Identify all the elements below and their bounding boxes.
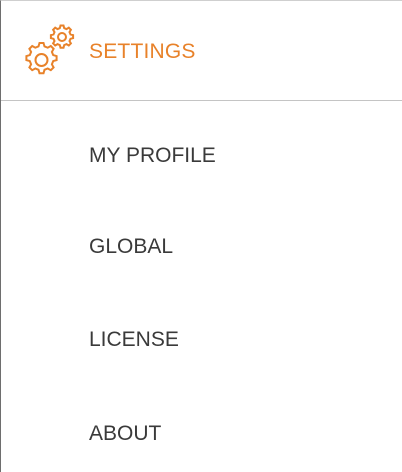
- menu-item-about[interactable]: ABOUT: [89, 419, 161, 449]
- menu-item-my-profile[interactable]: MY PROFILE: [89, 141, 216, 171]
- settings-header: SETTINGS: [1, 1, 402, 101]
- settings-title: SETTINGS: [89, 40, 196, 63]
- gears-icon: [23, 23, 77, 79]
- menu-item-global[interactable]: GLOBAL: [89, 232, 173, 262]
- settings-panel: SETTINGS MY PROFILE GLOBAL LICENSE ABOUT: [0, 0, 402, 472]
- menu-item-license[interactable]: LICENSE: [89, 325, 179, 355]
